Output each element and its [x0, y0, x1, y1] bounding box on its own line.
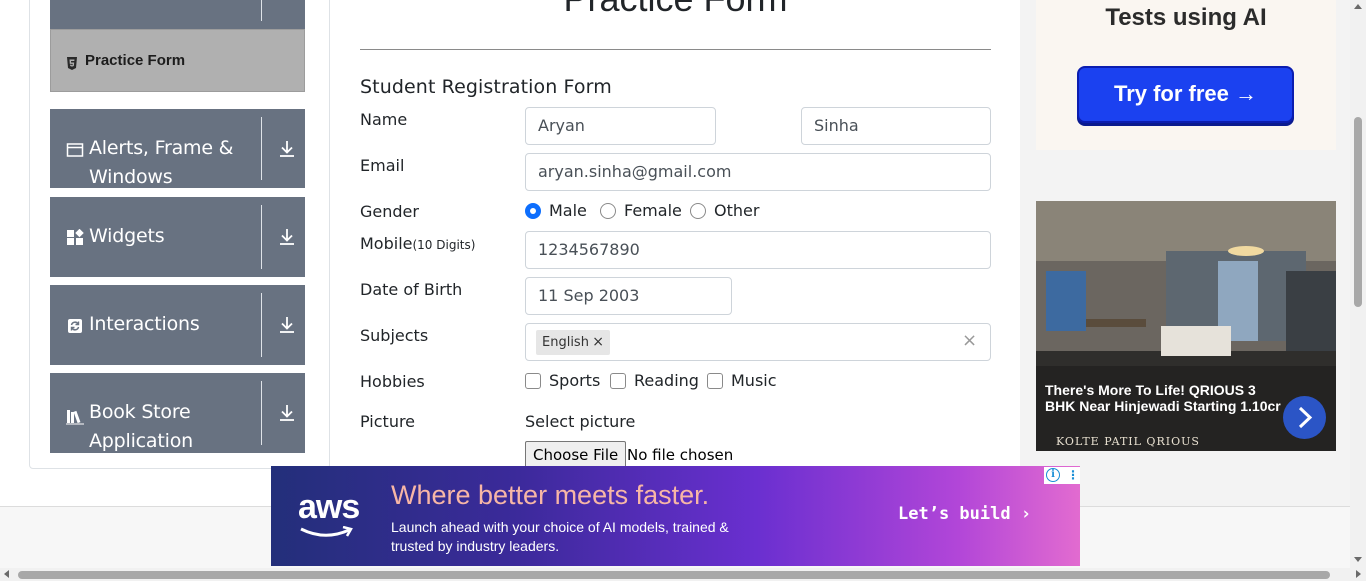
mobile-input[interactable]: 1234567890	[525, 231, 991, 269]
mobile-hint: (10 Digits)	[412, 238, 476, 252]
subject-chip-label: English	[542, 335, 589, 350]
last-name-input[interactable]: Sinha	[801, 107, 991, 145]
mobile-label: Mobile(10 Digits)	[360, 234, 475, 253]
ad-house-banner[interactable]: There's More To Life! QRIOUS 3 BHK Near …	[1036, 201, 1336, 451]
sidebar-group-elements-tail[interactable]	[50, 0, 305, 29]
widgets-icon	[66, 228, 84, 247]
gender-label: Gender	[360, 202, 419, 221]
window-icon	[66, 141, 84, 159]
dob-label: Date of Birth	[360, 280, 463, 299]
hobby-label: Sports	[549, 371, 601, 390]
radio-button[interactable]	[600, 203, 616, 219]
clear-subjects-icon[interactable]: ×	[962, 331, 977, 351]
more-options-icon[interactable]: ⋮	[1067, 467, 1079, 483]
picture-label: Picture	[360, 412, 416, 431]
aws-logo: aws	[298, 488, 360, 526]
sidebar-item-practice-form[interactable]: Practice Form	[50, 29, 305, 92]
horizontal-scrollbar[interactable]	[0, 568, 1366, 581]
form-heading: Student Registration Form	[360, 76, 612, 98]
aws-smile-icon	[300, 526, 353, 537]
scroll-up-arrow-icon[interactable]	[1354, 4, 1362, 9]
download-icon[interactable]	[276, 226, 298, 248]
gender-option-label: Male	[549, 201, 587, 220]
group-divider	[261, 381, 262, 445]
email-label: Email	[360, 156, 405, 175]
scroll-right-arrow-icon[interactable]	[1356, 570, 1361, 578]
download-icon[interactable]	[276, 314, 298, 336]
vertical-scroll-thumb[interactable]	[1354, 117, 1362, 307]
group-divider	[261, 293, 262, 357]
email-input[interactable]: aryan.sinha@gmail.com	[525, 153, 991, 191]
mobile-label-text: Mobile	[360, 234, 413, 253]
sidebar-group-interactions[interactable]: Interactions	[50, 285, 305, 365]
sidebar-group-alerts[interactable]: Alerts, Frame & Windows	[50, 109, 305, 188]
picture-prompt: Select picture	[525, 412, 636, 431]
group-divider	[261, 205, 262, 269]
gender-option-label: Female	[624, 201, 682, 220]
gender-option-label: Other	[714, 201, 760, 220]
html5-icon	[66, 55, 78, 70]
subjects-label: Subjects	[360, 326, 429, 345]
chip-remove-icon[interactable]: ×	[592, 330, 604, 355]
subject-chip: English ×	[536, 330, 610, 355]
horizontal-scroll-thumb[interactable]	[18, 571, 1330, 579]
try-for-free-button[interactable]: Try for free →	[1077, 66, 1294, 123]
hobby-label: Music	[731, 371, 777, 390]
group-divider	[261, 117, 262, 180]
scroll-down-arrow-icon[interactable]	[1354, 557, 1362, 562]
sidebar-group-book-store[interactable]: Book Store Application	[50, 373, 305, 453]
checkbox[interactable]	[525, 373, 541, 389]
ad-top-headline: Tests using AI	[1105, 4, 1267, 31]
file-status: No file chosen	[627, 446, 734, 464]
first-name-input[interactable]: Aryan	[525, 107, 716, 145]
aws-ad-subtext: Launch ahead with your choice of AI mode…	[391, 519, 729, 554]
dob-input[interactable]: 11 Sep 2003	[525, 277, 732, 315]
checkbox[interactable]	[610, 373, 626, 389]
aws-ad-banner[interactable]: aws Where better meets faster. Launch ah…	[271, 466, 1080, 566]
ad-info-icon[interactable]: i	[1046, 468, 1060, 482]
page-title: Practice Form	[360, 0, 991, 20]
ad-choices[interactable]: i ⋮	[1044, 467, 1080, 484]
books-icon	[66, 407, 84, 425]
group-label: Widgets	[89, 225, 165, 247]
radio-button[interactable]	[690, 203, 706, 219]
ad-next-button[interactable]	[1283, 396, 1326, 439]
ad-house-brand: KOLTE PATIL QRIOUS	[1056, 435, 1200, 448]
lets-build-link[interactable]: Let’s build ›	[898, 504, 1031, 524]
hobbies-label: Hobbies	[360, 372, 425, 391]
ad-house-text: There's More To Life! QRIOUS 3 BHK Near …	[1045, 382, 1281, 414]
group-label: Book Store Application	[89, 401, 193, 452]
refresh-icon	[66, 317, 84, 335]
scroll-left-arrow-icon[interactable]	[4, 570, 9, 578]
checkbox[interactable]	[707, 373, 723, 389]
group-label: Alerts, Frame & Windows	[89, 137, 234, 188]
hobby-label: Reading	[634, 371, 699, 390]
choose-file-button[interactable]: Choose File	[525, 441, 627, 469]
radio-button-checked[interactable]	[525, 203, 541, 219]
group-label: Interactions	[89, 313, 200, 335]
aws-ad-headline: Where better meets faster.	[391, 480, 710, 510]
chevron-right-icon	[1298, 406, 1313, 429]
sidebar-item-label: Practice Form	[85, 52, 186, 69]
sidebar-group-widgets[interactable]: Widgets	[50, 197, 305, 277]
download-icon[interactable]	[276, 138, 298, 160]
group-divider	[261, 0, 262, 21]
download-icon[interactable]	[276, 402, 298, 424]
name-label: Name	[360, 110, 408, 129]
vertical-scrollbar[interactable]	[1350, 0, 1366, 568]
title-divider	[360, 49, 991, 50]
